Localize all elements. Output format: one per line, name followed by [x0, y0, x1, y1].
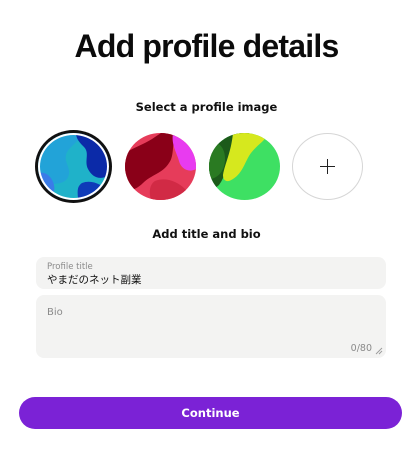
avatar-blue-image — [38, 133, 109, 200]
bio-field[interactable]: Bio 0/80 — [36, 295, 386, 358]
profile-title-value[interactable]: やまだのネット副業 — [47, 272, 142, 287]
bio-char-counter: 0/80 — [350, 343, 372, 354]
avatar-option-blue[interactable] — [38, 133, 109, 200]
avatar-option-red[interactable] — [125, 133, 196, 200]
avatar-option-green[interactable] — [209, 133, 280, 200]
page-title: Add profile details — [74, 28, 340, 64]
resize-handle-icon[interactable] — [375, 347, 383, 355]
profile-title-label: Profile title — [47, 262, 93, 272]
avatar-red-image — [125, 133, 196, 200]
continue-button[interactable]: Continue — [19, 397, 402, 429]
profile-title-field[interactable]: Profile title やまだのネット副業 — [36, 257, 386, 289]
avatar-green-image — [209, 133, 280, 200]
plus-icon — [320, 159, 335, 174]
add-avatar-button[interactable] — [292, 133, 363, 200]
bio-placeholder: Bio — [47, 307, 63, 318]
title-bio-label: Add title and bio — [152, 227, 261, 241]
profile-image-label: Select a profile image — [135, 100, 278, 114]
add-profile-details-page: Add profile details Select a profile ima… — [0, 0, 413, 450]
avatar-picker — [36, 133, 366, 203]
